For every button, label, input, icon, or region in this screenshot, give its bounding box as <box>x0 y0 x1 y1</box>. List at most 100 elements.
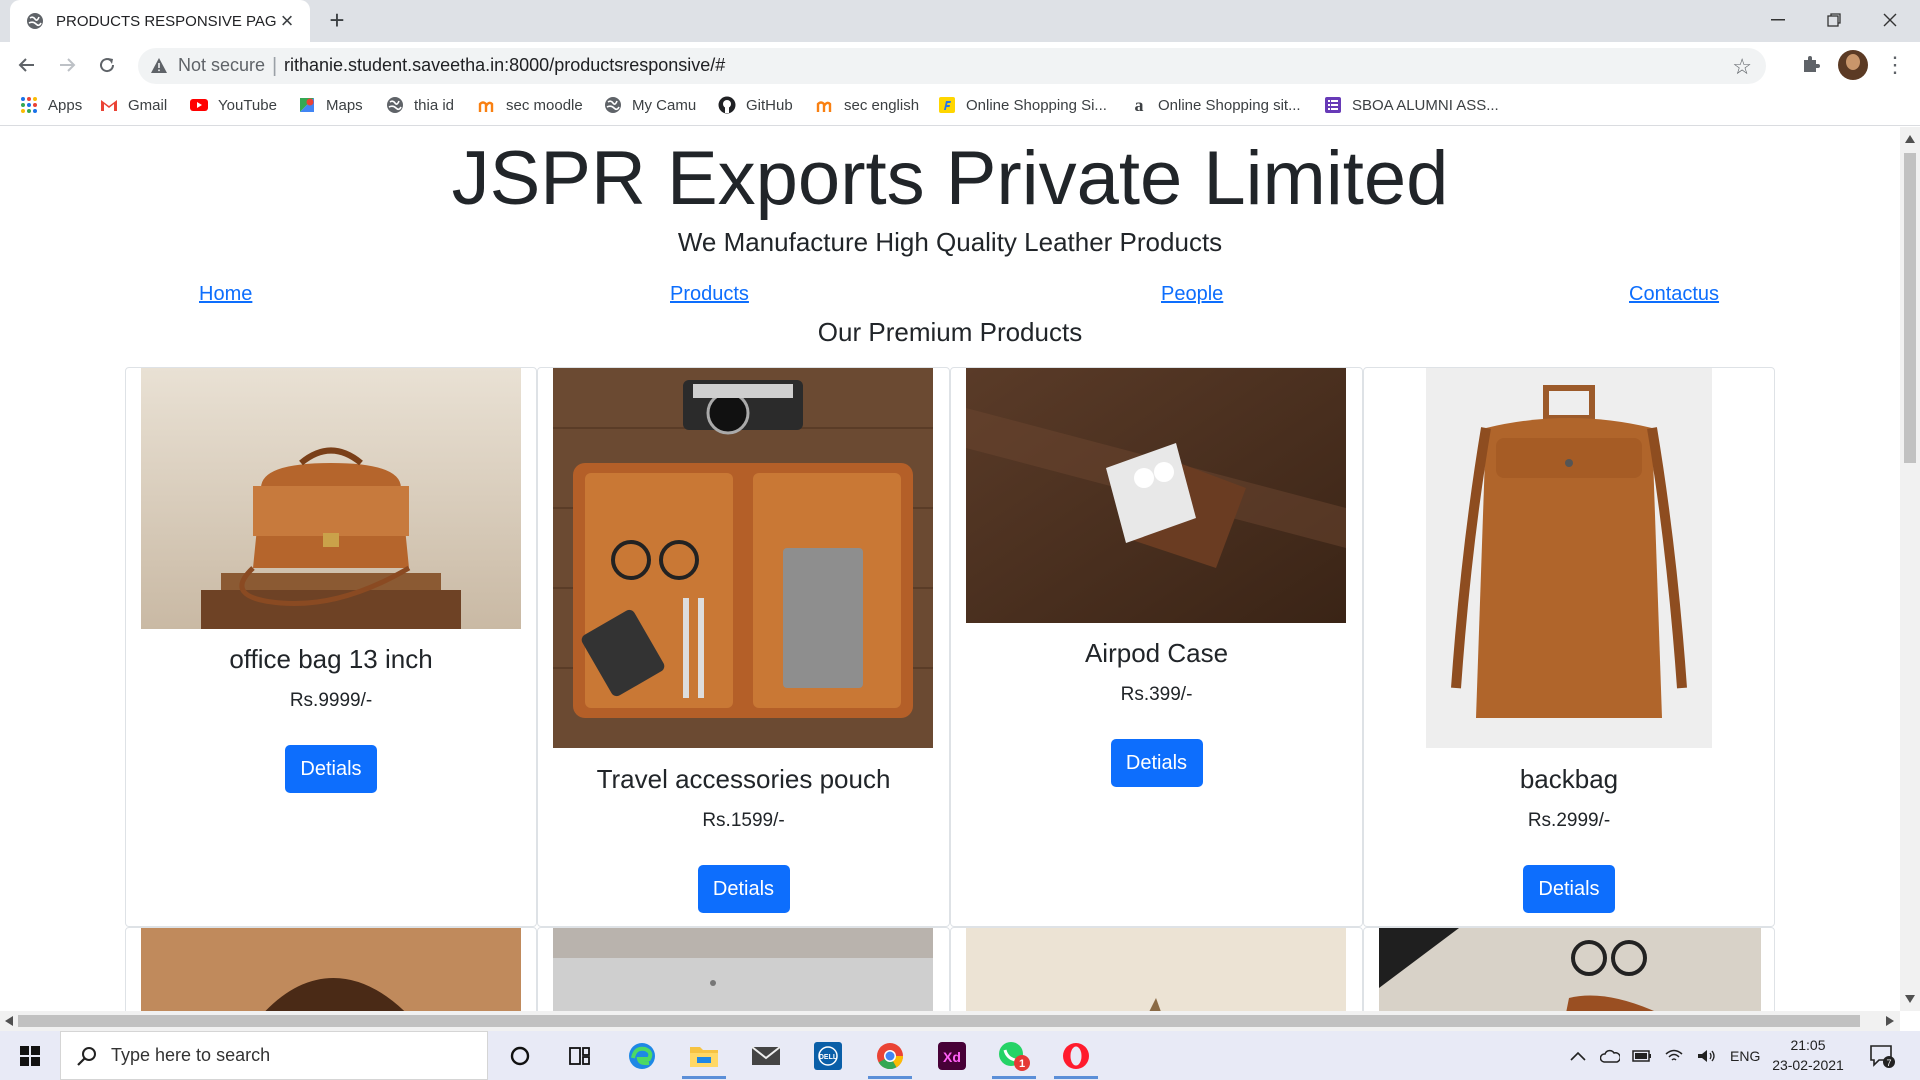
forward-button[interactable] <box>53 51 81 79</box>
bookmark-online-shopping-flipkart[interactable]: Online Shopping Si... <box>938 96 1107 114</box>
details-button[interactable]: Detials <box>697 865 790 913</box>
taskbar-app-chrome[interactable] <box>868 1035 912 1079</box>
system-clock[interactable]: 21:05 23-02-2021 <box>1766 1035 1850 1075</box>
scroll-left-arrow-icon[interactable] <box>5 1016 13 1026</box>
nav-link-home[interactable]: Home <box>199 283 252 306</box>
product-image-travel-pouch[interactable] <box>553 368 933 748</box>
minimize-button[interactable] <box>1750 0 1806 40</box>
form-icon <box>1325 97 1341 113</box>
scroll-right-arrow-icon[interactable] <box>1886 1016 1894 1026</box>
url-text[interactable]: rithanie.student.saveetha.in:8000/produc… <box>284 55 725 76</box>
horizontal-scrollbar[interactable] <box>0 1011 1900 1031</box>
new-tab-button[interactable]: + <box>324 7 350 34</box>
back-button[interactable] <box>13 51 41 79</box>
bookmark-label: sec english <box>844 96 920 114</box>
bookmark-maps[interactable]: Maps <box>298 96 363 114</box>
task-view-button[interactable] <box>558 1035 602 1076</box>
product-image-glasses-case[interactable] <box>1379 928 1761 1011</box>
start-button[interactable] <box>8 1035 52 1076</box>
nav-link-products[interactable]: Products <box>670 283 749 306</box>
product-image-belt[interactable] <box>141 928 521 1011</box>
maps-icon <box>300 98 314 112</box>
nav-link-contactus[interactable]: Contactus <box>1629 283 1719 306</box>
close-window-button[interactable] <box>1862 0 1918 40</box>
bookmark-label: Apps <box>48 96 83 114</box>
chrome-icon <box>877 1042 904 1069</box>
scroll-up-arrow-icon[interactable] <box>1905 135 1915 143</box>
bookmark-github[interactable]: GitHub <box>718 96 793 114</box>
bookmark-label: thia id <box>414 96 455 114</box>
product-image-wallet[interactable] <box>553 928 933 1011</box>
taskbar-app-dell[interactable]: DELL <box>806 1035 850 1076</box>
taskbar-app-file-explorer[interactable] <box>682 1035 726 1079</box>
browser-tab[interactable]: PRODUCTS RESPONSIVE PAGE × <box>10 0 310 42</box>
page-viewport: JSPR Exports Private Limited We Manufact… <box>0 127 1900 1011</box>
bookmark-apps[interactable]: Apps <box>20 96 82 114</box>
product-image-backbag[interactable] <box>1426 368 1712 748</box>
svg-text:DELL: DELL <box>819 1054 838 1061</box>
screen: PRODUCTS RESPONSIVE PAGE × + Not secure … <box>0 0 1920 1080</box>
svg-text:Xd: Xd <box>943 1049 961 1065</box>
battery-icon[interactable] <box>1632 1049 1652 1062</box>
wifi-icon[interactable] <box>1664 1048 1684 1064</box>
bookmark-gmail[interactable]: Gmail <box>100 96 167 114</box>
product-image-keychain[interactable] <box>966 928 1346 1011</box>
flipkart-icon <box>939 97 955 113</box>
product-card <box>1363 927 1775 1011</box>
volume-icon[interactable] <box>1696 1048 1716 1064</box>
taskbar-app-adobe-xd[interactable]: Xd <box>930 1035 974 1076</box>
details-button[interactable]: Detials <box>1110 739 1203 787</box>
reload-button[interactable] <box>93 51 121 79</box>
restore-button[interactable] <box>1806 0 1862 40</box>
bookmark-sboa-alumni[interactable]: SBOA ALUMNI ASS... <box>1324 96 1499 114</box>
bookmark-star-icon[interactable]: ☆ <box>1732 54 1752 80</box>
product-image-office-bag[interactable] <box>141 368 521 629</box>
bookmark-sec-english[interactable]: sec english <box>816 96 919 114</box>
scroll-down-arrow-icon[interactable] <box>1905 995 1915 1003</box>
address-bar[interactable]: Not secure | rithanie.student.saveetha.i… <box>138 48 1766 84</box>
onedrive-cloud-icon[interactable] <box>1600 1049 1620 1063</box>
close-tab-icon[interactable]: × <box>276 10 298 32</box>
taskbar-app-opera[interactable] <box>1054 1035 1098 1079</box>
bookmark-label: SBOA ALUMNI ASS... <box>1352 96 1499 114</box>
action-center-button[interactable]: 7 <box>1860 1035 1904 1076</box>
taskbar-app-whatsapp[interactable]: 1 <box>992 1035 1036 1079</box>
search-icon <box>77 1046 96 1066</box>
notification-icon: 7 <box>1870 1044 1895 1068</box>
taskbar-app-mail[interactable] <box>744 1035 788 1076</box>
taskbar-search-box[interactable]: Type here to search <box>60 1031 488 1080</box>
tab-title: PRODUCTS RESPONSIVE PAGE <box>56 12 276 30</box>
windows-taskbar: Type here to search DELL Xd 1 ENG 21:05 … <box>0 1031 1920 1080</box>
browser-menu-icon[interactable]: ⋮ <box>1884 52 1906 78</box>
cortana-button[interactable] <box>498 1035 542 1076</box>
bookmark-my-camu[interactable]: My Camu <box>604 96 696 114</box>
vertical-scroll-thumb[interactable] <box>1904 153 1916 463</box>
profile-avatar[interactable] <box>1838 50 1868 80</box>
security-label[interactable]: Not secure <box>178 55 265 76</box>
details-button[interactable]: Detials <box>285 745 377 793</box>
browser-tab-strip: PRODUCTS RESPONSIVE PAGE × + <box>0 0 1920 42</box>
amazon-icon: a <box>1134 94 1144 115</box>
nav-link-people[interactable]: People <box>1161 283 1223 306</box>
taskbar-search-placeholder: Type here to search <box>111 1045 271 1065</box>
vertical-scrollbar[interactable] <box>1900 127 1920 1011</box>
reload-icon <box>100 58 115 73</box>
horizontal-scroll-thumb[interactable] <box>18 1015 1860 1027</box>
product-image-airpod-case[interactable] <box>966 368 1346 623</box>
notification-count: 7 <box>1886 1058 1891 1068</box>
input-language[interactable]: ENG <box>1730 1048 1760 1064</box>
taskbar-app-edge[interactable] <box>620 1035 664 1076</box>
clock-date: 23-02-2021 <box>1772 1057 1844 1073</box>
chevron-up-icon[interactable] <box>1570 1051 1586 1061</box>
bookmark-sec-moodle[interactable]: sec moodle <box>478 96 583 114</box>
details-button[interactable]: Detials <box>1523 865 1615 913</box>
github-icon <box>718 96 736 114</box>
minimize-icon <box>1771 19 1785 21</box>
extensions-puzzle-icon[interactable] <box>1800 54 1822 76</box>
product-name: office bag 13 inch <box>229 644 433 674</box>
bookmark-online-shopping-amazon[interactable]: a Online Shopping sit... <box>1130 94 1301 115</box>
bookmark-youtube[interactable]: YouTube <box>190 96 277 114</box>
bookmark-label: My Camu <box>632 96 697 114</box>
product-card: backbag Rs.2999/- Detials <box>1363 367 1775 927</box>
bookmark-thia-id[interactable]: thia id <box>386 96 454 114</box>
